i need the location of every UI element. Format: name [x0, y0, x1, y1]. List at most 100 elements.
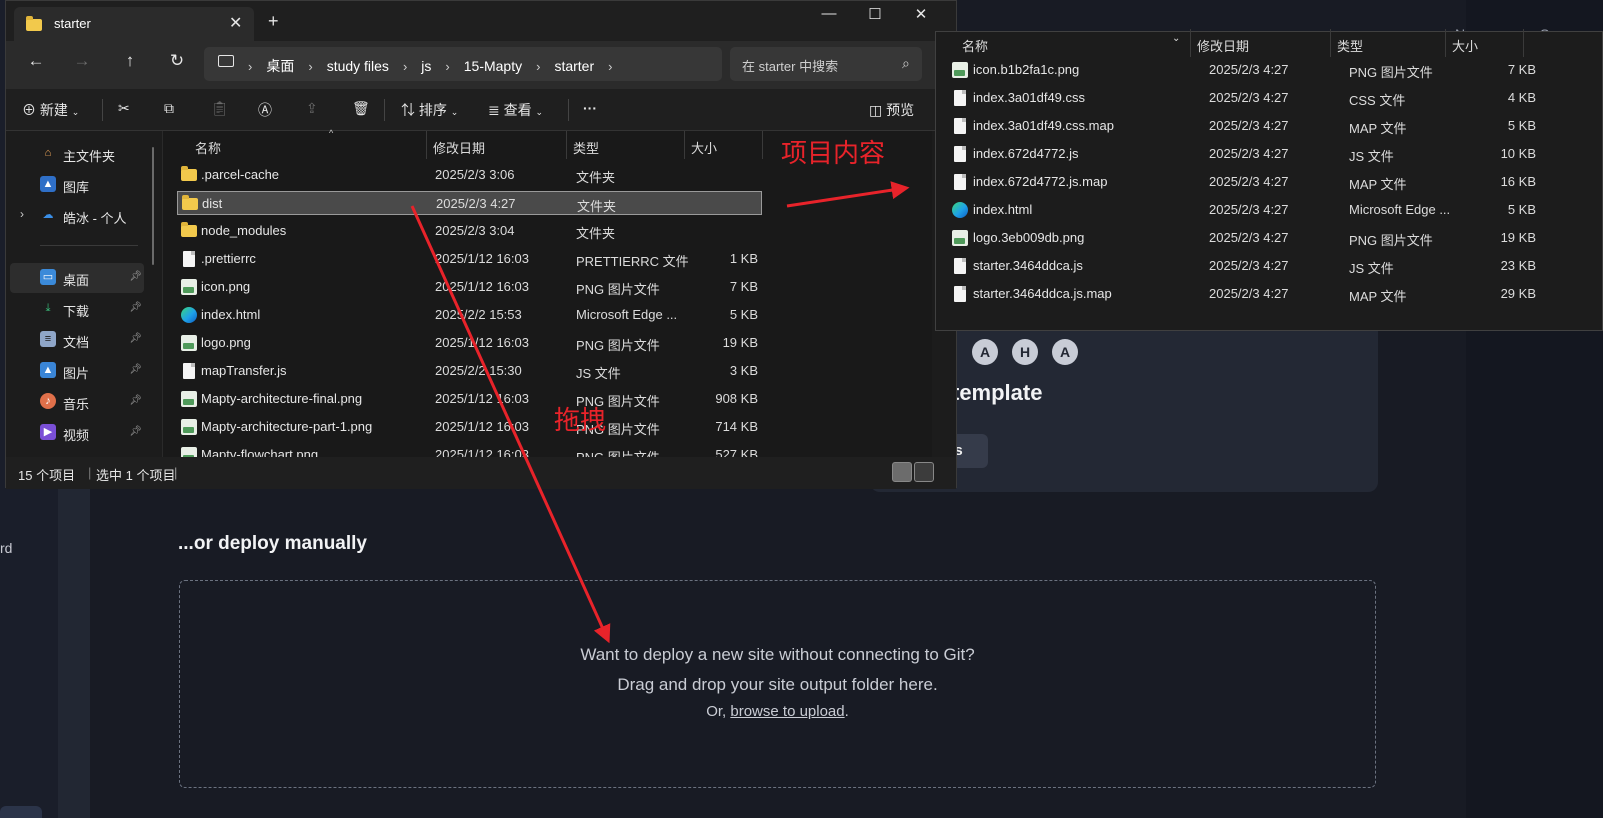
preview-pane-button[interactable]: ◫ 预览: [869, 100, 914, 120]
file-row[interactable]: index.672d4772.js.map 2025/2/3 4:27 MAP 文件…: [946, 170, 1586, 194]
minimize-button[interactable]: —: [806, 5, 852, 22]
file-row[interactable]: index.3a01df49.css 2025/2/3 4:27 CSS 文件 4 K…: [946, 86, 1586, 110]
view-button[interactable]: ≣ 查看 ⌄: [488, 100, 543, 120]
file-name: Mapty-architecture-final.png: [201, 391, 363, 406]
breadcrumb-mapty[interactable]: 15-Mapty: [464, 58, 522, 74]
file-row[interactable]: mapTransfer.js 2025/2/2 15:30 JS 文件 3 KB: [177, 359, 762, 383]
chevron-right-icon[interactable]: ›: [608, 59, 612, 74]
file-type: PNG 图片文件: [576, 282, 660, 297]
file-name: logo.3eb009db.png: [973, 230, 1085, 245]
image-icon: [952, 62, 968, 78]
file-row[interactable]: starter.3464ddca.js 2025/2/3 4:27 JS 文件 23 …: [946, 254, 1586, 278]
copy-button[interactable]: ⧉: [164, 100, 174, 117]
breadcrumb-desktop[interactable]: 桌面: [266, 56, 294, 76]
chevron-right-icon[interactable]: ›: [20, 207, 24, 221]
breadcrumb-starter[interactable]: starter: [554, 58, 594, 74]
sidebar-item-desktop[interactable]: ▭ 桌面 📌︎: [10, 263, 144, 293]
column-header-size[interactable]: 大小: [1446, 29, 1524, 57]
sidebar-item-documents[interactable]: ≡ 文档 📌︎: [10, 325, 144, 355]
refresh-button[interactable]: ↻: [163, 51, 191, 71]
column-header-type[interactable]: 类型: [567, 131, 685, 159]
sidebar-item-gallery[interactable]: ▲ 图库: [10, 170, 144, 200]
sidebar-scrollbar[interactable]: [152, 147, 154, 265]
selection-count: 选中 1 个项目: [96, 468, 176, 483]
deploy-manually-heading: ...or deploy manually: [178, 533, 367, 554]
column-header-date[interactable]: 修改日期: [1191, 29, 1331, 57]
close-window-button[interactable]: ✕: [898, 5, 944, 23]
file-icon: [952, 258, 966, 274]
breadcrumb-js[interactable]: js: [421, 58, 431, 74]
sidebar-item-pictures[interactable]: ▲ 图片 📌︎: [10, 356, 144, 386]
file-row[interactable]: index.672d4772.js 2025/2/3 4:27 JS 文件 10 KB: [946, 142, 1586, 166]
sidebar-item-home[interactable]: ⌂ 主文件夹: [10, 139, 144, 169]
file-list: ^ 名称 修改日期 类型 大小 .parcel-cache 2025/2/3 3:…: [162, 128, 932, 465]
pin-icon[interactable]: 📌︎: [129, 333, 142, 344]
file-row[interactable]: starter.3464ddca.js.map 2025/2/3 4:27 MAP …: [946, 282, 1586, 306]
trash-icon: 🗑︎: [352, 100, 370, 116]
close-tab-icon[interactable]: ✕: [229, 13, 242, 33]
file-row[interactable]: .parcel-cache 2025/2/3 3:06 文件夹: [177, 163, 762, 187]
search-input[interactable]: 在 starter 中搜索 ⌕: [730, 47, 922, 81]
pin-icon[interactable]: 📌︎: [129, 364, 142, 375]
share-button[interactable]: ⇪: [306, 100, 318, 117]
folder-icon: [181, 166, 197, 183]
tiles-view-button[interactable]: [914, 462, 934, 482]
breadcrumb: › 桌面 › study files › js › 15-Mapty › sta…: [248, 56, 626, 76]
sidebar-item-downloads[interactable]: ⤓ 下载 📌︎: [10, 294, 144, 324]
sidebar-item-onedrive[interactable]: › ☁ 皓冰 - 个人: [10, 201, 144, 231]
file-row[interactable]: logo.png 2025/1/12 16:03 PNG 图片文件 19 KB: [177, 331, 762, 355]
pictures-icon: ▲: [40, 362, 56, 378]
file-row[interactable]: node_modules 2025/2/3 3:04 文件夹: [177, 219, 762, 243]
pin-icon[interactable]: 📌︎: [129, 395, 142, 406]
chevron-down-icon: ⌄: [535, 107, 544, 117]
back-button[interactable]: ←: [22, 51, 50, 71]
sort-button[interactable]: ⇅ 排序 ⌄: [401, 100, 458, 120]
file-row[interactable]: index.html 2025/2/2 15:53 Microsoft Edge .…: [177, 303, 762, 327]
search-icon: ⌕: [902, 55, 910, 71]
cut-button[interactable]: ✂: [118, 100, 130, 117]
pin-icon[interactable]: 📌︎: [129, 426, 142, 437]
file-row[interactable]: .prettierrc 2025/1/12 16:03 PRETTIERRC 文件 1…: [177, 247, 762, 271]
sidebar-item-videos[interactable]: ▶ 视频 📌︎: [10, 418, 144, 448]
maximize-button[interactable]: ☐: [852, 5, 898, 23]
file-row[interactable]: index.html 2025/2/3 4:27 Microsoft Edge ..…: [946, 198, 1586, 222]
file-row[interactable]: icon.png 2025/1/12 16:03 PNG 图片文件 7 KB: [177, 275, 762, 299]
pin-icon[interactable]: 📌︎: [129, 302, 142, 313]
file-type: JS 文件: [1349, 149, 1394, 164]
forward-button[interactable]: →: [68, 51, 96, 71]
drop-zone[interactable]: Want to deploy a new site without connec…: [179, 580, 1376, 788]
column-header-size[interactable]: 大小: [685, 131, 763, 159]
sidebar-bottom-pill[interactable]: [0, 806, 42, 818]
details-view-button[interactable]: [892, 462, 912, 482]
more-options-button[interactable]: ···: [583, 100, 597, 116]
address-bar[interactable]: › 桌面 › study files › js › 15-Mapty › sta…: [204, 47, 722, 81]
up-button[interactable]: ↑: [116, 51, 144, 71]
rename-button[interactable]: Ⓐ: [258, 100, 272, 120]
image-icon: [181, 335, 197, 351]
column-header-name[interactable]: ^ 名称: [189, 128, 427, 159]
file-row[interactable]: Mapty-architecture-final.png 2025/1/12 16…: [177, 387, 762, 411]
title-bar: starter ✕ + — ☐ ✕: [6, 1, 956, 41]
file-name: .prettierrc: [201, 251, 256, 266]
pin-icon[interactable]: 📌︎: [129, 271, 142, 282]
new-button[interactable]: ⊕ 新建 ⌄: [22, 100, 79, 120]
sidebar-item-music[interactable]: ♪ 音乐 📌︎: [10, 387, 144, 417]
delete-button[interactable]: 🗑︎: [352, 100, 370, 117]
tab-starter[interactable]: starter ✕: [14, 7, 254, 41]
breadcrumb-study-files[interactable]: study files: [327, 58, 389, 74]
file-row[interactable]: Mapty-architecture-part-1.png 2025/1/12 1…: [177, 415, 762, 439]
new-tab-button[interactable]: +: [268, 11, 279, 32]
dist-folder-window: ⌄ 名称 修改日期 类型 大小 icon.b1b2fa1c.png 2025/2/…: [935, 29, 1603, 331]
sidebar-divider: [40, 245, 138, 246]
column-header-date[interactable]: 修改日期: [427, 131, 567, 159]
paste-button[interactable]: 📋︎: [211, 100, 229, 117]
file-row[interactable]: index.3a01df49.css.map 2025/2/3 4:27 MAP 文…: [946, 114, 1586, 138]
column-header-type[interactable]: 类型: [1331, 29, 1446, 57]
share-icon: ⇪: [306, 100, 318, 116]
file-row[interactable]: icon.b1b2fa1c.png 2025/2/3 4:27 PNG 图片文件 7 …: [946, 58, 1586, 82]
annotation-project-content: 项目内容: [781, 138, 886, 168]
file-row[interactable]: dist 2025/2/3 4:27 文件夹: [177, 191, 762, 215]
browse-to-upload-link[interactable]: browse to upload: [730, 703, 844, 720]
file-row[interactable]: logo.3eb009db.png 2025/2/3 4:27 PNG 图片文件 19…: [946, 226, 1586, 250]
column-header-name[interactable]: ⌄ 名称: [946, 29, 1191, 57]
